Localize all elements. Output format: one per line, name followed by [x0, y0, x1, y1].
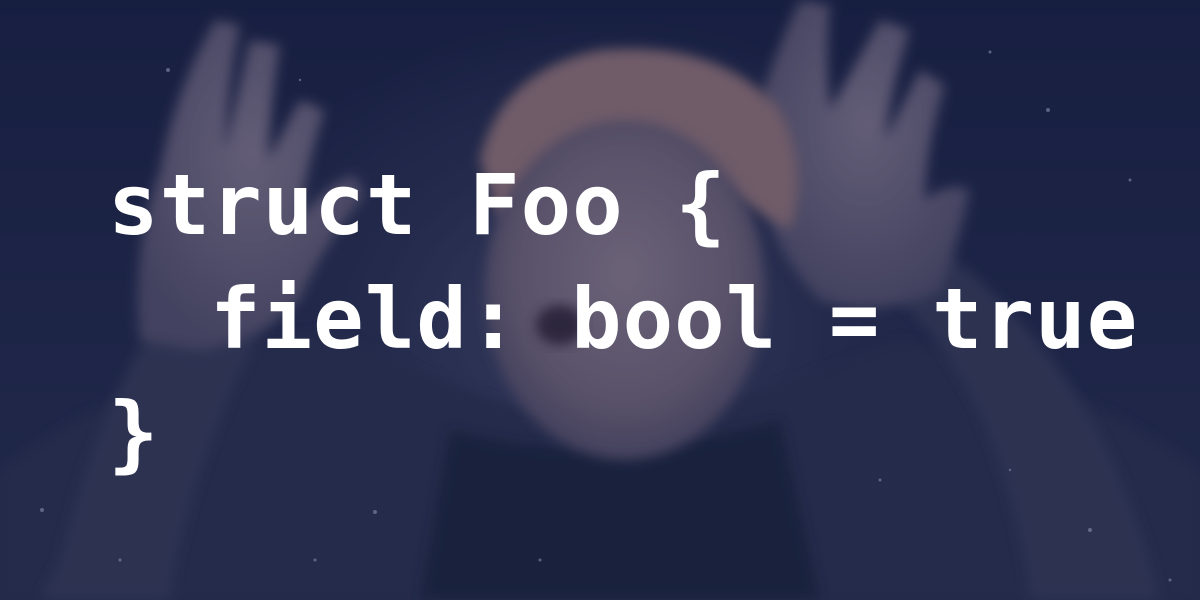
code-line-3: }: [108, 384, 160, 482]
code-line-1: struct Foo {: [108, 156, 727, 254]
meme-banner: struct Foo { field: bool = true}: [0, 0, 1200, 600]
code-line-2: field: bool = true: [210, 270, 1139, 368]
code-snippet: struct Foo { field: bool = true}: [108, 148, 1138, 490]
